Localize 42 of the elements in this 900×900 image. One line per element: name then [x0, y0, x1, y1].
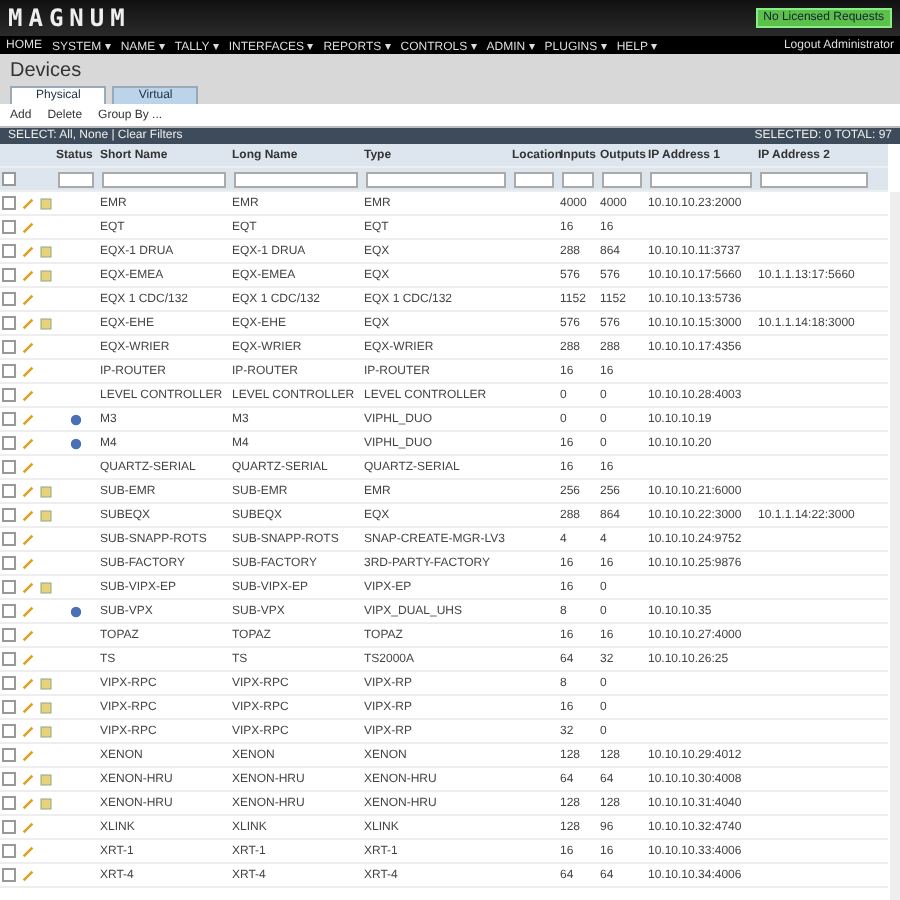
- row-checkbox[interactable]: [2, 316, 16, 330]
- row-checkbox[interactable]: [2, 700, 16, 714]
- row-checkbox[interactable]: [2, 460, 16, 474]
- row-checkbox[interactable]: [2, 772, 16, 786]
- row-checkbox[interactable]: [2, 292, 16, 306]
- filter-field[interactable]: [58, 171, 94, 187]
- row-checkbox[interactable]: [2, 820, 16, 834]
- filter-field[interactable]: [602, 171, 642, 187]
- row-checkbox[interactable]: [2, 844, 16, 858]
- row-checkbox[interactable]: [2, 244, 16, 258]
- row-checkbox[interactable]: [2, 388, 16, 402]
- filter-field[interactable]: [650, 171, 752, 187]
- row-checkbox[interactable]: [2, 220, 16, 234]
- filter-field[interactable]: [234, 171, 358, 187]
- logo: MAGNUM: [8, 4, 131, 32]
- page-title: Devices: [8, 58, 84, 86]
- row-checkbox[interactable]: [2, 748, 16, 762]
- row-checkbox[interactable]: [2, 484, 16, 498]
- row-checkbox[interactable]: [2, 652, 16, 666]
- row-checkbox[interactable]: [2, 340, 16, 354]
- select-all-checkbox[interactable]: [2, 172, 16, 186]
- row-checkbox[interactable]: [2, 412, 16, 426]
- row-checkbox[interactable]: [2, 268, 16, 282]
- row-checkbox[interactable]: [2, 724, 16, 738]
- row-checkbox[interactable]: [2, 796, 16, 810]
- row-checkbox[interactable]: [2, 676, 16, 690]
- row-checkbox[interactable]: [2, 580, 16, 594]
- row-checkbox[interactable]: [2, 556, 16, 570]
- row-checkbox[interactable]: [2, 868, 16, 882]
- filter-field[interactable]: [366, 171, 506, 187]
- row-checkbox[interactable]: [2, 604, 16, 618]
- filter-field[interactable]: [102, 171, 226, 187]
- filter-field[interactable]: [514, 171, 554, 187]
- filter-field[interactable]: [562, 171, 594, 187]
- row-checkbox[interactable]: [2, 508, 16, 522]
- row-checkbox[interactable]: [2, 364, 16, 378]
- scrollbar[interactable]: [890, 192, 900, 900]
- row-checkbox[interactable]: [2, 436, 16, 450]
- filter-field[interactable]: [760, 171, 868, 187]
- row-checkbox[interactable]: [2, 628, 16, 642]
- row-checkbox[interactable]: [2, 532, 16, 546]
- row-checkbox[interactable]: [2, 196, 16, 210]
